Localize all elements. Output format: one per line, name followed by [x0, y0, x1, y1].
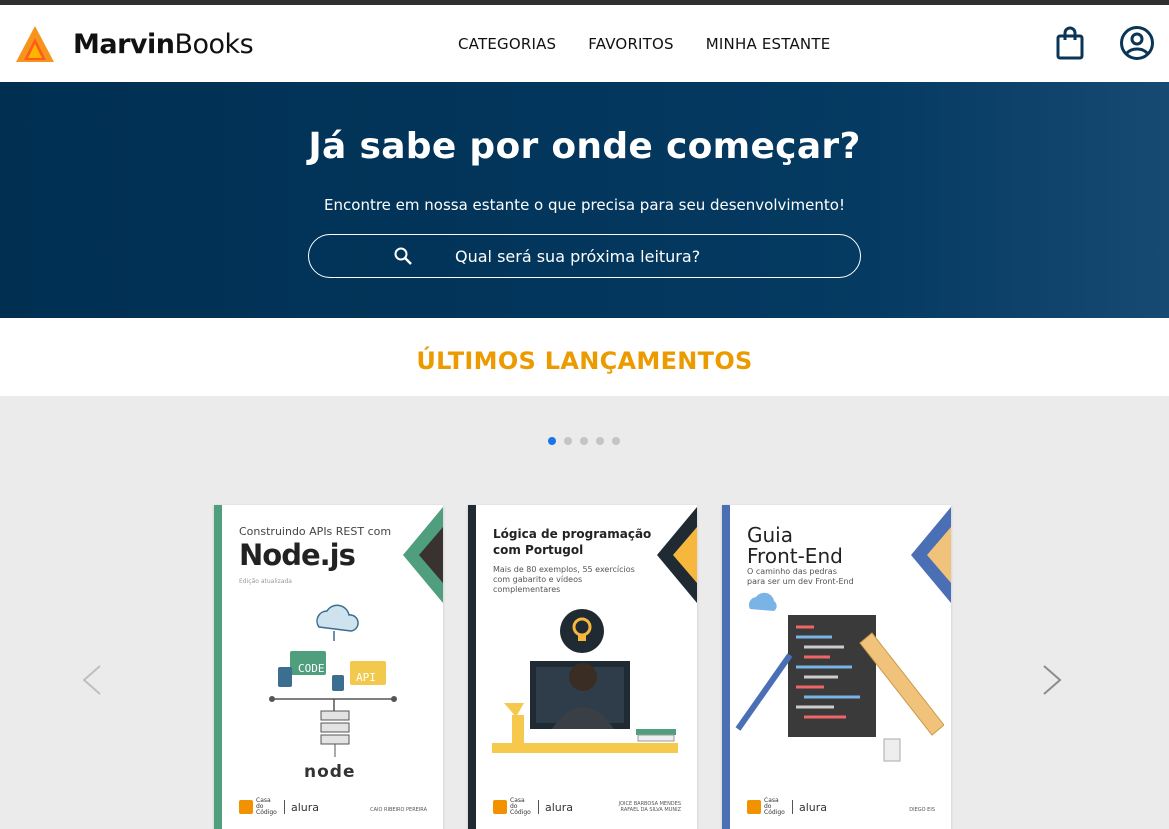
book-corner-decoration [403, 507, 443, 603]
search-icon [394, 247, 412, 265]
releases-title: ÚLTIMOS LANÇAMENTOS [416, 347, 753, 375]
carousel-dot[interactable] [612, 437, 620, 445]
book-illustration [735, 592, 944, 762]
carousel-next-icon[interactable] [1040, 664, 1064, 696]
publisher-logo-icon [239, 800, 253, 814]
book-title-small: Construindo APIs REST com [239, 525, 392, 538]
book-author: DIEGO EIS [909, 807, 935, 813]
carousel-dot[interactable] [596, 437, 604, 445]
hero-subtitle: Encontre em nossa estante o que precisa … [324, 196, 845, 214]
book-subtitle: Mais de 80 exemplos, 55 exercícios com g… [493, 565, 635, 594]
book-card-front-end[interactable]: Guia Front-End O caminho das pedras para… [722, 505, 951, 829]
logo[interactable]: MarvinBooks [15, 24, 254, 64]
search-input[interactable] [455, 243, 815, 269]
carousel-prev-icon[interactable] [80, 664, 104, 696]
book-subtitle: O caminho das pedras para ser um dev Fro… [747, 567, 854, 586]
user-account-button[interactable] [1117, 23, 1157, 63]
nav-favoritos[interactable]: FAVORITOS [588, 35, 674, 53]
site-header: MarvinBooks CATEGORIAS FAVORITOS MINHA E… [0, 5, 1169, 82]
search-box[interactable] [308, 234, 861, 278]
book-edition: Edição atualizada [239, 578, 292, 585]
shopping-bag-icon [1056, 26, 1084, 60]
book-corner-decoration [657, 507, 697, 603]
book-spine [468, 505, 476, 829]
nav-categorias[interactable]: CATEGORIAS [458, 35, 556, 53]
book-carousel: Construindo APIs REST com Node.js Edição… [0, 396, 1169, 829]
publisher-mark: Casa do Código alura [747, 798, 827, 816]
book-illustration [492, 609, 678, 753]
book-title: Node.js [239, 538, 356, 572]
book-author: JOICE BARBOSA MENDES RAFAEL DA SILVA MUN… [618, 801, 681, 813]
carousel-dot[interactable] [548, 437, 556, 445]
publisher-logo-icon [493, 800, 507, 814]
code-badge-label: CODE [298, 662, 325, 675]
book-title: Lógica de programação com Portugol [493, 527, 652, 557]
book-spine [722, 505, 730, 829]
nodejs-logo: node [304, 762, 356, 782]
publisher-logo-icon [747, 800, 761, 814]
book-author: CAIO RIBEIRO PEREIRA [370, 807, 427, 813]
hero-banner: Já sabe por onde começar? Encontre em no… [0, 82, 1169, 318]
logo-triangle-icon [16, 26, 54, 62]
user-icon [1120, 26, 1154, 60]
carousel-dots [548, 437, 628, 445]
shopping-bag-button[interactable] [1050, 23, 1090, 63]
api-badge-label: API [356, 671, 376, 684]
book-card-portugol[interactable]: Lógica de programação com Portugol Mais … [468, 505, 697, 829]
carousel-dot[interactable] [564, 437, 572, 445]
main-nav: CATEGORIAS FAVORITOS MINHA ESTANTE [458, 35, 862, 53]
publisher-mark: Casa do Código alura [493, 798, 573, 816]
book-card-nodejs[interactable]: Construindo APIs REST com Node.js Edição… [214, 505, 443, 829]
nav-minha-estante[interactable]: MINHA ESTANTE [706, 35, 831, 53]
book-spine [214, 505, 222, 829]
carousel-dot[interactable] [580, 437, 588, 445]
logo-text: MarvinBooks [73, 28, 254, 60]
releases-header: ÚLTIMOS LANÇAMENTOS [0, 318, 1169, 396]
hero-title: Já sabe por onde começar? [308, 126, 861, 167]
publisher-mark: Casa do Código alura [239, 798, 319, 816]
book-title: Guia Front-End [747, 523, 843, 568]
